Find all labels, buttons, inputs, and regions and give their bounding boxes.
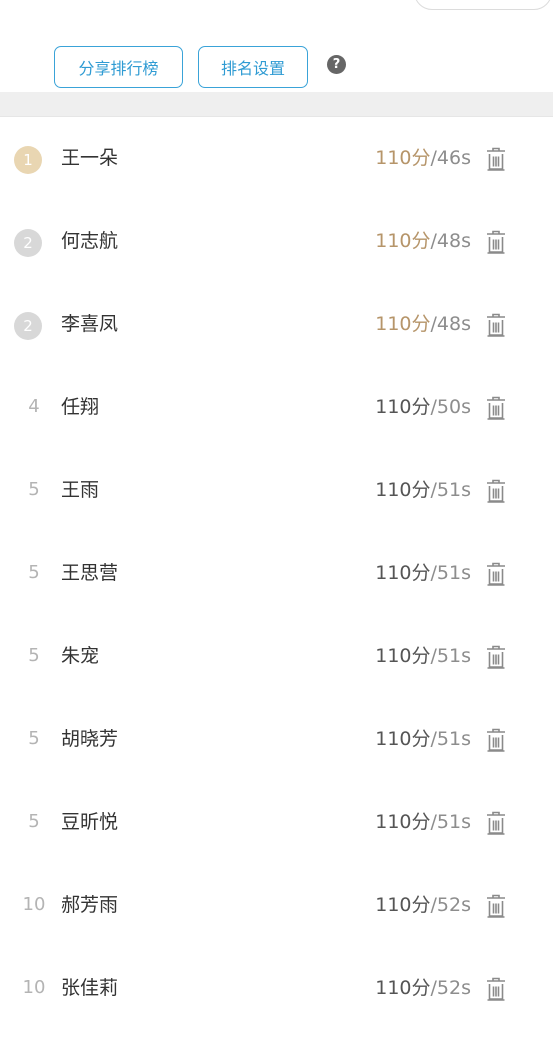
score-points: 110分 xyxy=(375,728,431,750)
score-points: 110分 xyxy=(375,313,431,335)
rank-number: 10 xyxy=(22,894,46,915)
trash-icon[interactable] xyxy=(484,229,508,255)
score-points: 110分 xyxy=(375,894,431,916)
student-name: 豆昕悦 xyxy=(61,811,119,833)
leaderboard-row: 5 朱宠 110分/51s xyxy=(0,614,553,697)
score-time: 110分/51s xyxy=(375,560,471,586)
trash-icon[interactable] xyxy=(484,478,508,504)
student-name: 任翔 xyxy=(61,396,100,418)
student-name: 何志航 xyxy=(61,230,119,252)
rank-medal-gold: 1 xyxy=(14,146,42,174)
trash-icon[interactable] xyxy=(484,893,508,919)
rank-number: 4 xyxy=(28,396,40,417)
leaderboard-row: 10 张佳莉 110分/52s xyxy=(0,946,553,1029)
completion-time: /46s xyxy=(430,147,471,169)
score-points: 110分 xyxy=(375,645,431,667)
score-time: 110分/46s xyxy=(375,145,471,171)
completion-time: /48s xyxy=(430,230,471,252)
trash-icon[interactable] xyxy=(484,727,508,753)
student-name: 朱宠 xyxy=(61,645,100,667)
section-divider xyxy=(0,92,553,117)
score-points: 110分 xyxy=(375,230,431,252)
score-time: 110分/51s xyxy=(375,643,471,669)
student-name: 李喜凤 xyxy=(61,313,119,335)
score-time: 110分/52s xyxy=(375,892,471,918)
score-time: 110分/52s xyxy=(375,975,471,1001)
leaderboard-row: 5 胡晓芳 110分/51s xyxy=(0,697,553,780)
completion-time: /48s xyxy=(430,313,471,335)
leaderboard-row: 4 任翔 110分/50s xyxy=(0,365,553,448)
ranking-settings-button[interactable]: 排名设置 xyxy=(198,46,308,88)
leaderboard-row: 5 豆昕悦 110分/51s xyxy=(0,780,553,863)
leaderboard-row: 5 王雨 110分/51s xyxy=(0,448,553,531)
student-name: 王雨 xyxy=(61,479,100,501)
student-name: 王一朵 xyxy=(61,147,119,169)
student-name: 郝芳雨 xyxy=(61,894,119,916)
score-points: 110分 xyxy=(375,479,431,501)
score-points: 110分 xyxy=(375,977,431,999)
leaderboard-list: 1 王一朵 110分/46s 2 何志航 110分/48s 2 李喜凤 110分… xyxy=(0,116,553,1029)
completion-time: /51s xyxy=(430,479,471,501)
rank-number: 5 xyxy=(28,811,40,832)
help-icon[interactable]: ? xyxy=(327,55,346,74)
completion-time: /50s xyxy=(430,396,471,418)
leaderboard-row: 2 何志航 110分/48s xyxy=(0,199,553,282)
completion-time: /52s xyxy=(430,894,471,916)
leaderboard-toolbar: 分享排行榜 排名设置 ? xyxy=(0,0,553,92)
rank-number: 5 xyxy=(28,645,40,666)
student-name: 胡晓芳 xyxy=(61,728,119,750)
rank-number: 5 xyxy=(28,728,40,749)
completion-time: /51s xyxy=(430,645,471,667)
trash-icon[interactable] xyxy=(484,976,508,1002)
score-points: 110分 xyxy=(375,811,431,833)
leaderboard-row: 2 李喜凤 110分/48s xyxy=(0,282,553,365)
score-time: 110分/50s xyxy=(375,394,471,420)
completion-time: /52s xyxy=(430,977,471,999)
trash-icon[interactable] xyxy=(484,561,508,587)
share-leaderboard-button[interactable]: 分享排行榜 xyxy=(54,46,183,88)
score-time: 110分/48s xyxy=(375,228,471,254)
trash-icon[interactable] xyxy=(484,644,508,670)
score-time: 110分/51s xyxy=(375,477,471,503)
score-points: 110分 xyxy=(375,147,431,169)
leaderboard-row: 5 王思营 110分/51s xyxy=(0,531,553,614)
student-name: 张佳莉 xyxy=(61,977,119,999)
score-points: 110分 xyxy=(375,396,431,418)
student-name: 王思营 xyxy=(61,562,119,584)
rank-medal-silver: 2 xyxy=(14,229,42,257)
score-time: 110分/51s xyxy=(375,726,471,752)
trash-icon[interactable] xyxy=(484,395,508,421)
completion-time: /51s xyxy=(430,728,471,750)
rank-number: 5 xyxy=(28,479,40,500)
score-points: 110分 xyxy=(375,562,431,584)
completion-time: /51s xyxy=(430,811,471,833)
score-time: 110分/48s xyxy=(375,311,471,337)
rank-number: 10 xyxy=(22,977,46,998)
rank-number: 5 xyxy=(28,562,40,583)
trash-icon[interactable] xyxy=(484,312,508,338)
rank-medal-silver: 2 xyxy=(14,312,42,340)
trash-icon[interactable] xyxy=(484,146,508,172)
completion-time: /51s xyxy=(430,562,471,584)
score-time: 110分/51s xyxy=(375,809,471,835)
trash-icon[interactable] xyxy=(484,810,508,836)
leaderboard-row: 10 郝芳雨 110分/52s xyxy=(0,863,553,946)
leaderboard-row: 1 王一朵 110分/46s xyxy=(0,116,553,199)
